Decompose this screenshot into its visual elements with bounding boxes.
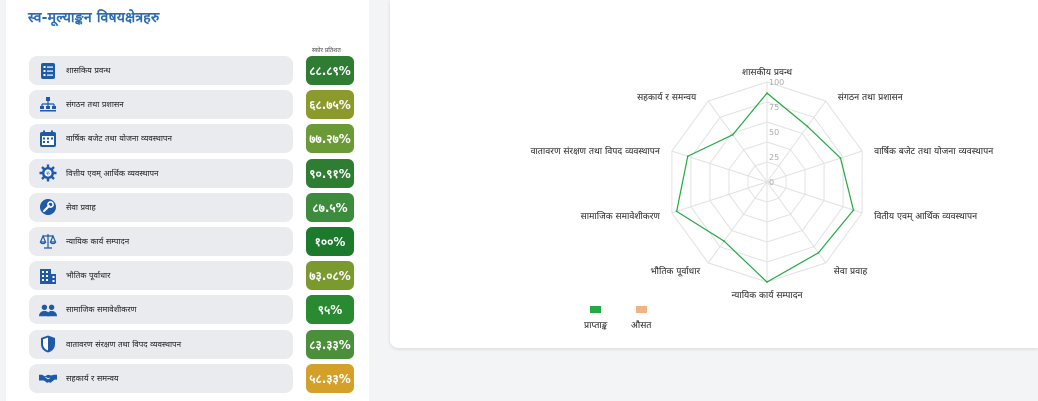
score-badge: ८३.३३% <box>306 329 354 359</box>
legend-label-average: औसत <box>631 321 652 331</box>
assessment-row[interactable]: भौतिक पूर्वाधार ७३.०८% <box>24 261 364 291</box>
score-badge: ७३.०८% <box>306 261 354 291</box>
finance-gear-icon: रु <box>39 164 57 182</box>
radar-axis-label: संगठन तथा प्रशासन <box>838 92 904 103</box>
radar-axis-label: वातावरण संरक्षण तथा विपद व्यवस्थापन <box>530 145 660 157</box>
score-badge: ६८.७५% <box>306 90 354 120</box>
score-badge: ९५% <box>306 295 354 325</box>
svg-text:रु: रु <box>46 170 50 177</box>
assessment-row-label-pill[interactable]: शासकिय प्रवन्ध <box>29 56 293 85</box>
radar-chart-card: 0 25 50 75 100 शासकीय प्रवन्ध संगठन तथा प्रशास… <box>390 0 1038 348</box>
radar-series-score <box>675 92 855 283</box>
radar-axis-label: वार्षिक बजेट तथा योजना व्यवस्थापन <box>874 145 994 157</box>
panel-title: स्व-मूल्याङ्कन विषयक्षेत्रहरु <box>28 10 160 26</box>
radar-data-point <box>817 251 820 254</box>
radar-tick-label: 100 <box>769 78 784 87</box>
assessment-list: शासकिय प्रवन्ध ८८.८९% संगठन तथा प्रशासन ६८.… <box>24 56 364 398</box>
assessment-row[interactable]: सेवा प्रवाह ८७.५% <box>24 192 364 222</box>
assessment-row[interactable]: वातावरण संरक्षण तथा विपद व्यवस्थापन ८३.३३… <box>24 329 364 359</box>
assessment-row[interactable]: सहकार्य र समन्वय ५८.३३% <box>24 363 364 393</box>
radar-data-point <box>839 157 842 160</box>
assessment-row[interactable]: संगठन तथा प्रशासन ६८.७५% <box>24 90 364 120</box>
radar-tick-label: 75 <box>769 103 779 112</box>
service-wrench-icon <box>39 198 57 216</box>
radar-axis-label: सहकार्य र समन्वय <box>637 91 697 103</box>
radar-data-point <box>686 155 689 158</box>
radar-data-point <box>766 92 768 95</box>
scales-icon <box>39 232 57 250</box>
self-assessment-panel: स्व-मूल्याङ्कन विषयक्षेत्रहरु स्कोर प्रत… <box>6 0 369 401</box>
score-badge: १००% <box>306 226 354 256</box>
assessment-row-label: सामाजिक समावेशीकरण <box>66 305 137 315</box>
radar-data-point <box>806 125 809 128</box>
radar-spoke <box>766 100 827 183</box>
shield-icon <box>39 335 57 353</box>
calendar-icon <box>39 130 57 148</box>
assessment-row-label-pill[interactable]: वार्षिक बजेट तथा योजना व्यवस्थापन <box>29 124 293 154</box>
org-chart-icon <box>39 96 57 114</box>
radar-axis-label: न्यायिक कार्य सम्पादन <box>731 289 803 301</box>
legend-item-score[interactable]: प्राप्ताङ्क <box>584 306 607 331</box>
radar-axis-label: शासकीय प्रवन्ध <box>742 66 792 78</box>
assessment-row-label-pill[interactable]: वातावरण संरक्षण तथा विपद व्यवस्थापन <box>29 329 293 359</box>
assessment-row-label: शासकिय प्रवन्ध <box>66 66 111 75</box>
assessment-row-label-pill[interactable]: संगठन तथा प्रशासन <box>29 90 293 120</box>
radar-data-point <box>723 240 725 243</box>
handshake-icon <box>39 369 57 387</box>
assessment-row-label: वातावरण संरक्षण तथा विपद व्यवस्थापन <box>66 339 182 349</box>
radar-spoke <box>766 150 863 183</box>
radar-spoke <box>707 100 768 183</box>
assessment-row-label: संगठन तथा प्रशासन <box>66 100 124 110</box>
assessment-row-label: सहकार्य र समन्वय <box>66 373 119 383</box>
assessment-row[interactable]: शासकिय प्रवन्ध ८८.८९% <box>24 56 364 85</box>
radar-spoke <box>671 181 768 214</box>
assessment-row[interactable]: रु वित्तीय एवम् आर्थिक व्यवस्थापन ९०.९१% <box>24 158 364 188</box>
assessment-row-label-pill[interactable]: न्यायिक कार्य सम्पादन <box>29 226 293 256</box>
assessment-row[interactable]: सामाजिक समावेशीकरण ९५% <box>24 295 364 325</box>
radar-axis-label: वितीय एवम् आर्थिक व्यवस्थापन <box>874 210 978 222</box>
legend-swatch-average <box>635 306 647 313</box>
assessment-row-label-pill[interactable]: सामाजिक समावेशीकरण <box>29 295 293 325</box>
assessment-row-label-pill[interactable]: भौतिक पूर्वाधार <box>29 261 293 291</box>
radar-axis-label: सामाजिक समावेशीकरण <box>581 210 661 222</box>
assessment-row-label: वित्तीय एवम् आर्थिक व्यवस्थापन <box>66 168 159 178</box>
radar-data-point <box>852 209 855 211</box>
radar-axis-label: सेवा प्रवाह <box>834 265 868 277</box>
radar-axis-label: भौतिक पूर्वाधार <box>650 265 700 277</box>
radar-data-point <box>675 210 678 213</box>
score-badge: ९०.९१% <box>306 158 354 188</box>
assessment-row[interactable]: वार्षिक बजेट तथा योजना व्यवस्थापन ७७.२७% <box>24 124 364 154</box>
radar-tick-label: 25 <box>769 153 779 162</box>
score-badge: ८७.५% <box>306 192 354 222</box>
radar-data-point <box>731 133 734 136</box>
legend-label-score: प्राप्ताङ्क <box>584 321 608 331</box>
assessment-row-label-pill[interactable]: रु वित्तीय एवम् आर्थिक व्यवस्थापन <box>29 158 293 188</box>
score-badge: ७७.२७% <box>306 124 354 154</box>
radar-spoke <box>766 181 827 264</box>
score-badge: ५८.३३% <box>306 363 354 393</box>
score-column-header: स्कोर प्रतिशत <box>312 47 341 54</box>
assessment-row-label: सेवा प्रवाह <box>66 202 96 212</box>
assessment-row-label-pill[interactable]: सेवा प्रवाह <box>29 192 293 222</box>
assessment-row-label: न्यायिक कार्य सम्पादन <box>66 236 130 246</box>
radar-spoke <box>707 181 768 264</box>
radar-data-point <box>766 281 768 283</box>
score-badge: ८८.८९% <box>306 56 354 85</box>
people-icon <box>39 301 57 319</box>
assessment-row-label-pill[interactable]: सहकार्य र समन्वय <box>29 363 293 393</box>
assessment-row-label: भौतिक पूर्वाधार <box>66 271 111 281</box>
legend-item-average[interactable]: औसत <box>631 306 651 331</box>
assessment-row[interactable]: न्यायिक कार्य सम्पादन १००% <box>24 226 364 256</box>
radar-tick-label: 50 <box>769 128 779 137</box>
clipboard-list-icon <box>39 62 57 80</box>
building-icon <box>39 267 57 285</box>
radar-chart: 0 25 50 75 100शासकीय प्रवन्ध संगठन तथा प्रशास… <box>530 66 994 301</box>
legend-swatch-score <box>590 306 602 313</box>
assessment-row-label: वार्षिक बजेट तथा योजना व्यवस्थापन <box>66 134 172 144</box>
radar-tick-label: 0 <box>769 178 774 187</box>
